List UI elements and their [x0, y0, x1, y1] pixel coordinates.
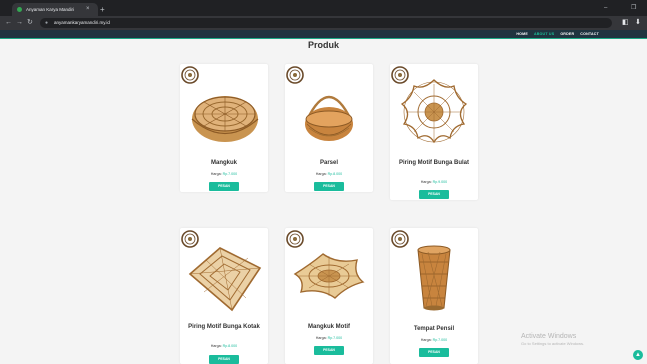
nav-menu: HOME ABOUT US ORDER CONTACT	[516, 30, 599, 39]
forward-icon[interactable]: →	[16, 17, 23, 29]
new-tab-button[interactable]: +	[100, 3, 105, 16]
browser-tab-bar: Anyaman Karya Mandiri × + – ❐	[0, 0, 647, 16]
motif-bowl-image	[286, 230, 365, 299]
product-name: Mangkuk Motif	[308, 324, 350, 330]
order-button[interactable]: PESAN	[419, 348, 449, 357]
favicon-icon	[17, 7, 22, 12]
url-text: anyamankaryamandiri.my.id	[54, 20, 110, 25]
nav-home[interactable]: HOME	[516, 30, 528, 39]
activate-title: Activate Windows	[521, 333, 577, 340]
browser-toolbar: ← → ↻ ● anyamankaryamandiri.my.id ◧ ⬇	[0, 16, 647, 30]
scroll-top-button[interactable]: ▲	[633, 350, 643, 360]
product-price: Harga: Rp.7.000	[285, 336, 373, 340]
order-button[interactable]: PESAN	[314, 182, 344, 191]
price-label: Harga:	[420, 180, 432, 184]
activate-windows-watermark: Activate Windows Go to Settings to activ…	[521, 333, 584, 346]
product-price: Harga: Rp.8.000	[285, 172, 373, 176]
product-card: Mangkuk Motif Harga: Rp.7.000 PESAN	[285, 228, 373, 364]
pencil-holder-image	[391, 230, 451, 311]
handle-basket-image	[286, 66, 353, 141]
price-value: Rp.7.000	[222, 172, 238, 176]
order-button[interactable]: PESAN	[209, 182, 239, 191]
product-card: Piring Motif Bunga Bulat Harga: Rp.9.000…	[390, 64, 478, 200]
lock-icon: ●	[45, 20, 49, 26]
product-name: Piring Motif Bunga Kotak	[188, 324, 260, 330]
price-value: Rp.7.000	[327, 336, 343, 340]
nav-about-us[interactable]: ABOUT US	[534, 30, 554, 39]
maximize-icon[interactable]: ❐	[631, 2, 636, 14]
reload-icon[interactable]: ↻	[27, 17, 33, 29]
order-button[interactable]: PESAN	[209, 355, 239, 364]
product-name: Mangkuk	[210, 160, 237, 166]
price-label: Harga:	[315, 172, 327, 176]
product-name: Parsel	[319, 160, 338, 166]
product-card: Mangkuk Harga: Rp.7.000 PESAN	[180, 64, 268, 192]
product-price: Harga: Rp.7.000	[180, 172, 268, 176]
minimize-icon[interactable]: –	[604, 2, 607, 14]
product-name: Piring Motif Bunga Bulat	[399, 160, 469, 166]
price-label: Harga:	[315, 336, 327, 340]
arrow-up-icon: ▲	[635, 352, 641, 358]
price-value: Rp.9.000	[432, 180, 448, 184]
tab-title: Anyaman Karya Mandiri	[26, 7, 75, 12]
price-value: Rp.7.000	[432, 338, 448, 342]
back-icon[interactable]: ←	[5, 17, 12, 29]
order-button[interactable]: PESAN	[314, 346, 344, 355]
price-value: Rp.8.000	[327, 172, 343, 176]
price-label: Harga:	[210, 344, 222, 348]
round-bowl-basket-image	[181, 66, 259, 142]
flower-round-plate-image	[391, 66, 468, 144]
page-title: Produk	[307, 40, 339, 50]
address-bar[interactable]: ● anyamankaryamandiri.my.id	[40, 18, 612, 28]
product-card: Tempat Pensil Harga: Rp.7.000 PESAN	[390, 228, 478, 364]
flower-square-plate-image	[181, 230, 262, 312]
product-card: Parsel Harga: Rp.8.000 PESAN	[285, 64, 373, 192]
product-card: Piring Motif Bunga Kotak Harga: Rp.8.000…	[180, 228, 268, 364]
nav-order[interactable]: ORDER	[560, 30, 574, 39]
product-price: Harga: Rp.7.000	[390, 338, 478, 342]
price-value: Rp.8.000	[222, 344, 238, 348]
download-icon[interactable]: ⬇	[635, 17, 641, 29]
product-price: Harga: Rp.9.000	[390, 180, 478, 184]
price-label: Harga:	[420, 338, 432, 342]
product-name: Tempat Pensil	[413, 326, 455, 332]
tab-close-icon[interactable]: ×	[86, 3, 90, 16]
sidebar-icon[interactable]: ◧	[622, 17, 629, 29]
site-navbar: HOME ABOUT US ORDER CONTACT	[0, 30, 647, 39]
activate-subtitle: Go to Settings to activate Windows.	[521, 341, 585, 346]
nav-contact[interactable]: CONTACT	[580, 30, 599, 39]
order-button[interactable]: PESAN	[419, 190, 449, 199]
product-price: Harga: Rp.8.000	[180, 344, 268, 348]
price-label: Harga:	[210, 172, 222, 176]
